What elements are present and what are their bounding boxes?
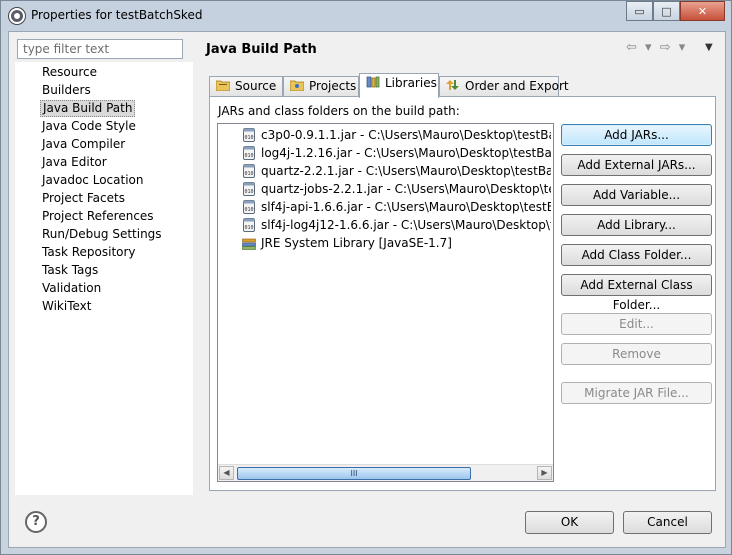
library-list[interactable]: 010 c3p0-0.9.1.1.jar - C:\Users\Mauro\De… [217, 123, 554, 482]
jar-icon: 010 [243, 218, 255, 232]
properties-tree: Resource Builders Java Build Path Java C… [15, 62, 193, 495]
minimize-button[interactable]: ▭ [626, 1, 653, 21]
forward-arrow-icon[interactable]: ⇨ ▾ [660, 40, 688, 55]
sidebar-item-java-build-path[interactable]: Java Build Path [40, 100, 136, 117]
splitter[interactable] [194, 32, 198, 497]
add-class-folder-button[interactable]: Add Class Folder... [561, 244, 712, 266]
ok-button[interactable]: OK [525, 511, 614, 534]
jar-icon: 010 [243, 128, 255, 142]
close-button[interactable]: ✕ [680, 1, 725, 21]
sidebar-item-run-debug-settings[interactable]: Run/Debug Settings [40, 226, 164, 243]
sidebar-item-wikitext[interactable]: WikiText [40, 298, 94, 315]
list-item[interactable]: 010 quartz-2.2.1.jar - C:\Users\Mauro\De… [218, 162, 551, 180]
svg-text:010: 010 [244, 189, 253, 195]
jar-icon: 010 [243, 164, 255, 178]
list-item[interactable]: 010 quartz-jobs-2.2.1.jar - C:\Users\Mau… [218, 180, 551, 198]
add-external-jars-button[interactable]: Add External JARs... [561, 154, 712, 176]
tab-order-export-label: Order and Export [465, 79, 569, 93]
sidebar-item-java-editor[interactable]: Java Editor [40, 154, 109, 171]
projects-folder-icon [290, 80, 304, 91]
horizontal-scrollbar[interactable]: ◀ III ▶ [218, 464, 553, 481]
jre-library-icon [242, 238, 256, 250]
sidebar-item-javadoc-location[interactable]: Javadoc Location [40, 172, 145, 189]
build-path-label: JARs and class folders on the build path… [218, 104, 460, 118]
dialog-body: type filter text Resource Builders Java … [8, 31, 726, 548]
source-folder-icon [216, 80, 230, 91]
tab-order-and-export[interactable]: Order and Export [439, 76, 569, 97]
add-external-class-folder-button[interactable]: Add External Class Folder... [561, 274, 712, 312]
title-bar[interactable]: Properties for testBatchSked ▭ □ ✕ [1, 1, 731, 31]
svg-text:010: 010 [244, 171, 253, 177]
view-menu-icon[interactable]: ▼ [705, 42, 713, 53]
tab-source-label: Source [235, 79, 277, 93]
list-item[interactable]: 010 log4j-1.2.16.jar - C:\Users\Mauro\De… [218, 144, 551, 162]
tab-projects[interactable]: Projects [283, 76, 359, 97]
list-item[interactable]: 010 slf4j-log4j12-1.6.6.jar - C:\Users\M… [218, 216, 551, 234]
jar-icon: 010 [243, 146, 255, 160]
sidebar-item-resource[interactable]: Resource [40, 64, 99, 81]
svg-text:010: 010 [244, 153, 253, 159]
list-item-label: log4j-1.2.16.jar - C:\Users\Mauro\Deskto… [261, 146, 551, 160]
maximize-button[interactable]: □ [653, 1, 680, 21]
list-item-label: slf4j-log4j12-1.6.6.jar - C:\Users\Mauro… [261, 218, 551, 232]
list-item-label: quartz-jobs-2.2.1.jar - C:\Users\Mauro\D… [261, 182, 551, 196]
libraries-icon [366, 76, 380, 88]
tab-projects-label: Projects [309, 79, 357, 93]
svg-text:010: 010 [244, 225, 253, 231]
help-icon[interactable]: ? [25, 511, 47, 533]
list-item-label: c3p0-0.9.1.1.jar - C:\Users\Mauro\Deskto… [261, 128, 551, 142]
list-item-label: slf4j-api-1.6.6.jar - C:\Users\Mauro\Des… [261, 200, 551, 214]
sidebar-item-java-compiler[interactable]: Java Compiler [40, 136, 127, 153]
eclipse-icon [9, 8, 25, 24]
jar-icon: 010 [243, 200, 255, 214]
remove-button[interactable]: Remove [561, 343, 712, 365]
sidebar-item-project-facets[interactable]: Project Facets [40, 190, 127, 207]
list-item-label: JRE System Library [JavaSE-1.7] [261, 236, 452, 250]
jar-icon: 010 [243, 182, 255, 196]
back-arrow-icon[interactable]: ⇦ ▾ [626, 40, 654, 55]
window-title: Properties for testBatchSked [31, 8, 203, 22]
add-jars-button[interactable]: Add JARs... [561, 124, 712, 146]
cancel-button[interactable]: Cancel [623, 511, 712, 534]
tab-libraries-label: Libraries [385, 76, 437, 90]
add-variable-button[interactable]: Add Variable... [561, 184, 712, 206]
scroll-thumb[interactable]: III [237, 467, 471, 480]
window-controls: ▭ □ ✕ [626, 1, 725, 21]
migrate-jar-file-button[interactable]: Migrate JAR File... [561, 382, 712, 404]
libraries-panel: JARs and class folders on the build path… [209, 96, 716, 491]
svg-text:010: 010 [244, 207, 253, 213]
tab-source[interactable]: Source [209, 76, 283, 97]
filter-input[interactable]: type filter text [17, 39, 183, 59]
sidebar-item-builders[interactable]: Builders [40, 82, 93, 99]
add-library-button[interactable]: Add Library... [561, 214, 712, 236]
list-item[interactable]: 010 c3p0-0.9.1.1.jar - C:\Users\Mauro\De… [218, 126, 551, 144]
svg-text:010: 010 [244, 135, 253, 141]
history-nav: ⇦ ▾ ⇨ ▾ [626, 40, 687, 55]
sidebar-item-task-tags[interactable]: Task Tags [40, 262, 100, 279]
sidebar-item-task-repository[interactable]: Task Repository [40, 244, 138, 261]
sidebar-item-java-code-style[interactable]: Java Code Style [40, 118, 138, 135]
scroll-left-icon[interactable]: ◀ [219, 466, 234, 480]
order-export-icon [446, 80, 459, 90]
sidebar-item-project-references[interactable]: Project References [40, 208, 156, 225]
list-item[interactable]: JRE System Library [JavaSE-1.7] [218, 234, 551, 252]
scroll-right-icon[interactable]: ▶ [537, 466, 552, 480]
properties-dialog: Properties for testBatchSked ▭ □ ✕ type … [0, 0, 732, 555]
list-item[interactable]: 010 slf4j-api-1.6.6.jar - C:\Users\Mauro… [218, 198, 551, 216]
tab-libraries[interactable]: Libraries [359, 73, 439, 98]
edit-button[interactable]: Edit... [561, 313, 712, 335]
list-item-label: quartz-2.2.1.jar - C:\Users\Mauro\Deskto… [261, 164, 551, 178]
sidebar-item-validation[interactable]: Validation [40, 280, 103, 297]
page-title: Java Build Path [206, 42, 317, 57]
